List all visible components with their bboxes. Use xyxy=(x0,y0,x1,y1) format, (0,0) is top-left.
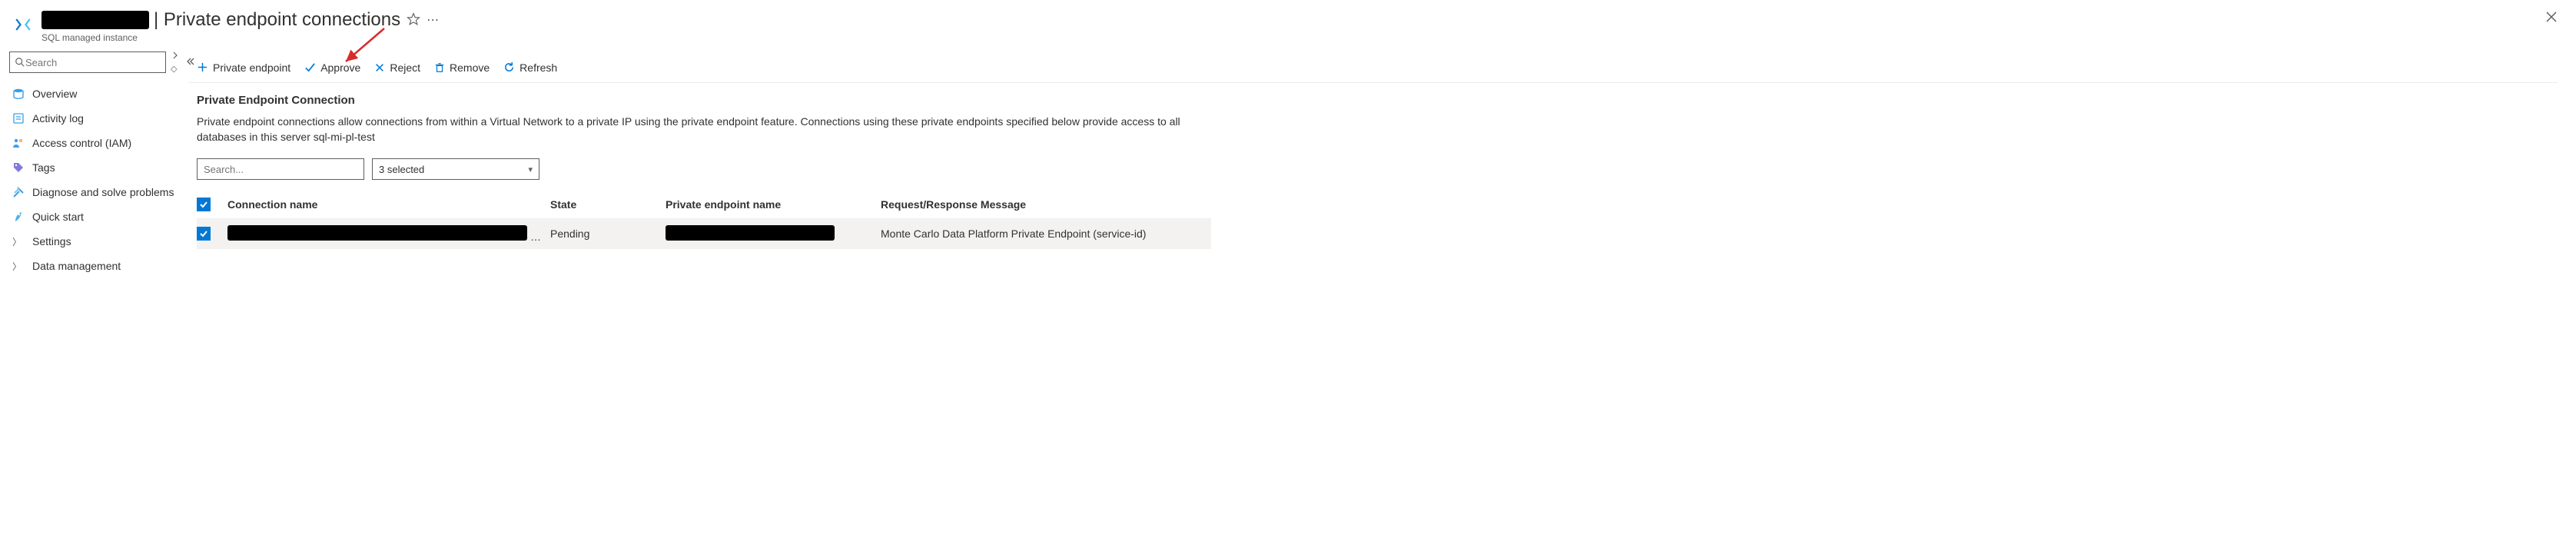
activity-log-icon xyxy=(12,112,25,125)
select-all-checkbox[interactable] xyxy=(197,198,211,211)
page-header: | Private endpoint connections ⋯ SQL man… xyxy=(0,0,2576,46)
sidebar-item-label: Diagnose and solve problems xyxy=(32,186,174,198)
cell-connection-name: … xyxy=(227,225,550,243)
check-icon xyxy=(304,61,316,73)
sidebar-item-tags[interactable]: Tags xyxy=(9,155,178,180)
button-label: Refresh xyxy=(520,61,557,74)
page-title-suffix: | Private endpoint connections xyxy=(154,9,400,31)
favorite-star-icon[interactable] xyxy=(407,12,420,28)
sidebar-item-quickstart[interactable]: Quick start xyxy=(9,204,178,229)
cell-endpoint-name xyxy=(666,225,881,243)
dropdown-value: 3 selected xyxy=(379,164,424,175)
x-icon xyxy=(374,62,385,73)
sidebar-item-diagnose[interactable]: Diagnose and solve problems xyxy=(9,180,178,204)
chevron-right-icon: 〉 xyxy=(12,235,25,248)
sidebar-item-iam[interactable]: Access control (IAM) xyxy=(9,131,178,155)
refresh-icon xyxy=(503,61,515,73)
state-filter-dropdown[interactable]: 3 selected ▾ xyxy=(372,158,539,180)
col-connection-name[interactable]: Connection name xyxy=(227,198,550,211)
approve-button[interactable]: Approve xyxy=(304,61,360,74)
page-title: | Private endpoint connections xyxy=(41,9,400,31)
col-endpoint-name[interactable]: Private endpoint name xyxy=(666,198,881,211)
sidebar-item-overview[interactable]: Overview xyxy=(9,81,178,106)
sidebar-item-label: Data management xyxy=(32,260,121,272)
section-title: Private Endpoint Connection xyxy=(197,94,2558,107)
command-bar: Private endpoint Approve Reject Remove R… xyxy=(189,52,2558,83)
button-label: Remove xyxy=(450,61,490,74)
col-state[interactable]: State xyxy=(550,198,666,211)
chevron-down-icon: ▾ xyxy=(528,164,533,174)
resource-name-redacted xyxy=(41,11,149,29)
table-row[interactable]: … Pending Monte Carlo Data Platform Priv… xyxy=(197,218,1211,249)
sidebar-item-label: Overview xyxy=(32,88,77,100)
cell-state: Pending xyxy=(550,227,666,240)
redacted-text xyxy=(227,225,527,241)
sql-mi-icon xyxy=(12,14,34,35)
sidebar-item-data-management[interactable]: 〉 Data management xyxy=(9,254,178,278)
sidebar-item-settings[interactable]: 〉 Settings xyxy=(9,229,178,254)
overview-icon xyxy=(12,88,25,100)
cell-message: Monte Carlo Data Platform Private Endpoi… xyxy=(881,227,1203,240)
button-label: Private endpoint xyxy=(213,61,290,74)
new-private-endpoint-button[interactable]: Private endpoint xyxy=(197,61,290,74)
sidebar-item-label: Settings xyxy=(32,235,71,247)
chevron-right-icon: 〉 xyxy=(12,260,25,273)
section-description: Private endpoint connections allow conne… xyxy=(197,115,1196,144)
remove-button[interactable]: Remove xyxy=(434,61,490,74)
row-checkbox[interactable] xyxy=(197,227,211,241)
sidebar-item-label: Quick start xyxy=(32,211,84,223)
iam-icon xyxy=(12,137,25,149)
sidebar-item-label: Access control (IAM) xyxy=(32,137,131,149)
quickstart-icon xyxy=(12,211,25,223)
reject-button[interactable]: Reject xyxy=(374,61,420,74)
table-search-input[interactable] xyxy=(197,158,364,180)
col-message[interactable]: Request/Response Message xyxy=(881,198,1203,211)
tags-icon xyxy=(12,161,25,174)
refresh-button[interactable]: Refresh xyxy=(503,61,557,74)
connections-table: Connection name State Private endpoint n… xyxy=(197,191,1211,249)
redacted-text xyxy=(666,225,835,241)
sidebar-item-activity-log[interactable]: Activity log xyxy=(9,106,178,131)
plus-icon xyxy=(197,61,208,73)
button-label: Reject xyxy=(390,61,420,74)
diagnose-icon xyxy=(12,186,25,198)
resource-type-label: SQL managed instance xyxy=(41,32,439,43)
trash-icon xyxy=(434,62,445,73)
more-menu-icon[interactable]: ⋯ xyxy=(427,12,439,28)
button-label: Approve xyxy=(320,61,360,74)
filter-row: 3 selected ▾ xyxy=(197,158,2558,180)
sidebar-search-input[interactable] xyxy=(25,57,161,68)
search-icon xyxy=(15,57,25,68)
main-content: Private endpoint Approve Reject Remove R… xyxy=(178,46,2576,278)
sidebar-search[interactable] xyxy=(9,51,166,73)
close-icon[interactable] xyxy=(2545,11,2558,25)
sidebar-item-label: Activity log xyxy=(32,112,84,125)
sidebar-item-label: Tags xyxy=(32,161,55,174)
sidebar: ◇ Overview Activity log Access control (… xyxy=(0,46,178,278)
table-header-row: Connection name State Private endpoint n… xyxy=(197,191,1211,218)
